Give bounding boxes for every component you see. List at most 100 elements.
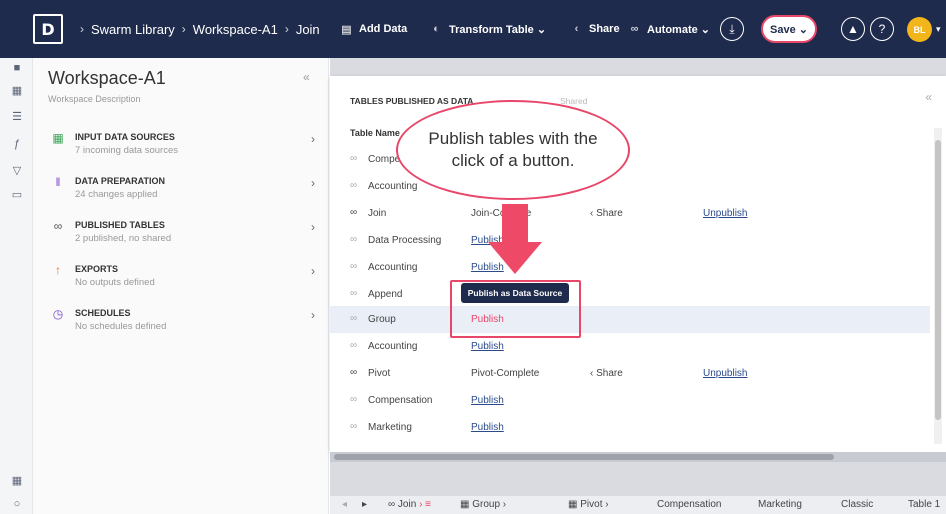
publish-link[interactable]: Publish xyxy=(471,395,504,406)
tab-compensation[interactable]: Compensation xyxy=(657,499,721,510)
link-icon: ∞ xyxy=(388,499,396,510)
binoculars-icon[interactable]: ■ xyxy=(9,60,25,76)
link-icon: ∞ xyxy=(630,23,639,35)
share-button[interactable]: ‹ Share xyxy=(570,0,620,58)
link-icon: ∞ xyxy=(350,367,358,378)
table-row[interactable]: ∞ Pivot Pivot-Complete ‹ Share Unpublish xyxy=(330,360,930,387)
chevron-right-icon: › xyxy=(311,176,315,190)
table-row[interactable]: ∞ Accounting Publish xyxy=(330,333,930,360)
link-icon: ∞ xyxy=(350,340,358,351)
link-icon: ∞ xyxy=(350,394,358,405)
breadcrumb-workspace[interactable]: Workspace-A1 xyxy=(193,22,278,37)
notification-icon[interactable]: ▲ xyxy=(841,17,865,41)
table-row[interactable]: ∞ Data Processing Publish xyxy=(330,227,930,254)
table-icon[interactable]: ▦ xyxy=(9,82,25,98)
link-icon: ∞ xyxy=(350,207,358,218)
chevron-right-icon: › xyxy=(80,22,84,36)
table-row[interactable]: ∞ Join Join-Co te ‹ Share Unpublish xyxy=(330,200,930,227)
link-icon: ∞ xyxy=(350,421,358,432)
add-data-button[interactable]: ▤ Add Data xyxy=(340,0,407,58)
tab-group[interactable]: ▦ Group › xyxy=(460,499,506,510)
database-icon: ▤ xyxy=(341,23,352,36)
lightbulb-icon[interactable]: ○ xyxy=(9,496,25,512)
timer-icon: ◷ xyxy=(52,307,64,321)
status-text: Pivot-Complete xyxy=(471,368,540,379)
comment-icon[interactable]: ▭ xyxy=(9,186,25,202)
formula-icon[interactable]: ƒ xyxy=(9,136,25,152)
horizontal-scrollbar[interactable] xyxy=(330,452,946,462)
chevron-down-icon[interactable]: ▾ xyxy=(936,24,941,35)
status-text: Join-Co xyxy=(471,208,506,219)
link-icon: ∞ xyxy=(350,234,358,245)
link-icon: ∞ xyxy=(350,261,358,272)
tab-classic[interactable]: Classic xyxy=(841,499,873,510)
section-data-preparation[interactable]: ‖ DATA PREPARATION 24 changes applied › xyxy=(48,174,323,214)
breadcrumb-current: Join xyxy=(295,21,320,37)
avatar[interactable]: BL xyxy=(907,17,932,42)
scrollbar-thumb[interactable] xyxy=(935,140,941,420)
workspace-panel: Workspace-A1 Workspace Description « ▦ I… xyxy=(33,58,329,514)
chevron-right-icon: › xyxy=(311,220,315,234)
table-settings-icon[interactable]: ▦ xyxy=(9,472,25,488)
section-published-tables[interactable]: ∞ PUBLISHED TABLES 2 published, no share… xyxy=(48,218,323,258)
section-input-data-sources[interactable]: ▦ INPUT DATA SOURCES 7 incoming data sou… xyxy=(48,130,323,170)
table-icon: ▦ xyxy=(460,499,470,510)
app-logo[interactable]: D xyxy=(33,14,63,44)
chevron-right-icon: › xyxy=(311,308,315,322)
table-icon: ▦ xyxy=(568,499,578,510)
save-button[interactable]: Save ⌄ xyxy=(761,15,817,43)
share-icon: ‹ xyxy=(590,208,594,219)
automate-button[interactable]: ∞ Automate ⌄ xyxy=(628,0,710,58)
list-icon[interactable]: ☰ xyxy=(9,108,25,124)
table-row[interactable]: ∞ Compensation Publish xyxy=(330,387,930,414)
sheet-tab-bar: ◂ ▸ ∞ Join › ≡ ▦ Group › ▦ Pivot › Compe… xyxy=(330,496,946,514)
link-icon: ∞ xyxy=(350,313,358,324)
link-icon: ∞ xyxy=(53,219,63,233)
chevron-right-icon: › xyxy=(311,132,315,146)
callout-bubble: Publish tables with the click of a butto… xyxy=(396,100,630,200)
chevron-right-icon: › xyxy=(181,22,186,36)
top-bar: D › Swarm Library › Workspace-A1 › Join … xyxy=(0,0,946,58)
prev-tab-icon[interactable]: ◂ xyxy=(342,499,347,510)
share-icon: ‹ xyxy=(574,23,579,35)
filter-icon[interactable]: ▽ xyxy=(9,162,25,178)
tab-join[interactable]: ∞ Join › ≡ xyxy=(388,499,431,510)
tab-pivot[interactable]: ▦ Pivot › xyxy=(568,499,609,510)
next-tab-icon[interactable]: ▸ xyxy=(362,499,367,510)
share-link[interactable]: ‹ Share xyxy=(590,368,623,379)
icon-rail: ■ ▦ ☰ ƒ ▽ ▭ ▦ ○ xyxy=(0,58,33,514)
highlight-box xyxy=(450,280,581,338)
vertical-scrollbar[interactable] xyxy=(934,128,942,444)
breadcrumb: › Swarm Library › Workspace-A1 › Join xyxy=(73,22,320,37)
scrollbar-thumb[interactable] xyxy=(334,454,834,460)
table-row[interactable]: ∞ Append xyxy=(330,281,930,308)
help-icon[interactable]: ? xyxy=(870,17,894,41)
collapse-card-icon[interactable]: « xyxy=(925,90,932,104)
workspace-title: Workspace-A1 xyxy=(48,68,166,88)
link-icon: ∞ xyxy=(350,153,358,164)
unpublish-link[interactable]: Unpublish xyxy=(703,368,747,379)
publish-link[interactable]: Publish xyxy=(471,422,504,433)
section-schedules[interactable]: ◷ SCHEDULES No schedules defined › xyxy=(48,306,323,346)
chevron-right-icon: › xyxy=(284,22,289,36)
tab-marketing[interactable]: Marketing xyxy=(758,499,802,510)
unpublish-link[interactable]: Unpublish xyxy=(703,208,747,219)
tab-table-1[interactable]: Table 1 xyxy=(908,499,940,510)
share-link[interactable]: ‹ Share xyxy=(590,208,623,219)
publish-link[interactable]: Publish xyxy=(471,341,504,352)
breadcrumb-library[interactable]: Swarm Library xyxy=(91,22,175,37)
table-row[interactable]: ∞ Accounting Publish xyxy=(330,254,930,281)
annotation-arrow-head xyxy=(488,242,542,274)
table-row[interactable]: ∞ Marketing Publish xyxy=(330,414,930,441)
table-row-hovered[interactable]: ∞ Group Publish xyxy=(330,306,930,333)
chevron-right-icon: › xyxy=(311,264,315,278)
transform-table-button[interactable]: ◐ Transform Table ⌄ xyxy=(430,0,546,58)
workspace-description[interactable]: Workspace Description xyxy=(48,94,140,104)
column-table-name[interactable]: Table Name xyxy=(350,128,400,138)
link-icon: ∞ xyxy=(350,180,358,191)
collapse-panel-icon[interactable]: « xyxy=(303,70,310,84)
export-icon[interactable]: ⤓ xyxy=(720,17,744,41)
annotation-arrow-shaft xyxy=(502,204,528,244)
upload-icon: ↑ xyxy=(55,263,61,277)
section-exports[interactable]: ↑ EXPORTS No outputs defined › xyxy=(48,262,323,302)
